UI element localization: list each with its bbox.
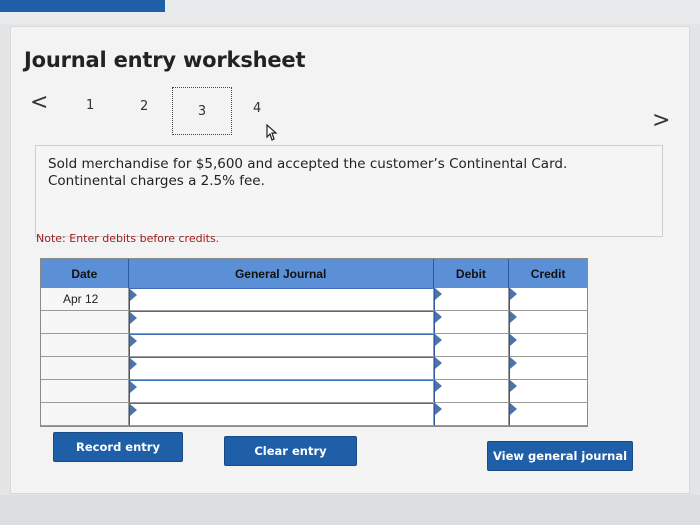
credit-input[interactable] xyxy=(509,334,587,357)
prev-page-icon[interactable]: < xyxy=(30,90,48,115)
table-row: Apr 12 xyxy=(41,288,587,311)
credit-input[interactable] xyxy=(509,311,587,334)
col-header-date: Date xyxy=(41,259,129,288)
account-input[interactable] xyxy=(128,288,434,311)
credit-input[interactable] xyxy=(509,403,587,426)
journal-table: Date General Journal Debit Credit Apr 12 xyxy=(40,258,588,427)
col-header-credit: Credit xyxy=(530,266,566,281)
view-general-journal-button[interactable]: View general journal xyxy=(487,441,633,471)
page-title: Journal entry worksheet xyxy=(24,48,306,72)
table-row xyxy=(41,311,587,334)
col-header-general-journal: General Journal xyxy=(129,259,434,288)
date-cell[interactable] xyxy=(41,357,129,380)
debit-input[interactable] xyxy=(433,288,510,311)
date-cell[interactable] xyxy=(41,403,129,426)
hand-cursor-icon xyxy=(266,124,278,141)
debit-input[interactable] xyxy=(433,311,510,334)
question-line-2: Continental charges a 2.5% fee. xyxy=(48,173,265,189)
journal-header-row: Date General Journal Debit Credit xyxy=(41,259,587,288)
question-text: Sold merchandise for $5,600 and accepted… xyxy=(48,156,648,190)
top-tab-bar[interactable] xyxy=(0,0,165,12)
clear-entry-button[interactable]: Clear entry xyxy=(224,436,357,466)
date-cell[interactable] xyxy=(41,380,129,403)
date-cell[interactable] xyxy=(41,334,129,357)
note-text: Note: Enter debits before credits. xyxy=(36,232,220,245)
bottom-strip xyxy=(0,495,700,525)
page-1-link[interactable]: 1 xyxy=(86,98,94,113)
page-2-link[interactable]: 2 xyxy=(140,99,148,114)
table-row xyxy=(41,380,587,403)
credit-input[interactable] xyxy=(509,380,587,403)
account-input[interactable] xyxy=(128,380,434,403)
journal-body: Apr 12 xyxy=(41,288,587,426)
col-header-debit: Debit xyxy=(434,259,510,288)
table-row xyxy=(41,403,587,426)
page-4-link[interactable]: 4 xyxy=(253,101,261,116)
account-input[interactable] xyxy=(128,403,434,426)
debit-input[interactable] xyxy=(433,380,510,403)
debit-input[interactable] xyxy=(433,357,510,380)
debit-input[interactable] xyxy=(433,403,510,426)
date-cell[interactable]: Apr 12 xyxy=(41,288,129,311)
table-row xyxy=(41,357,587,380)
page-3-current[interactable]: 3 xyxy=(172,87,232,135)
date-cell[interactable] xyxy=(41,311,129,334)
next-page-icon[interactable]: > xyxy=(652,108,670,133)
question-box: Sold merchandise for $5,600 and accepted… xyxy=(35,145,663,237)
account-input[interactable] xyxy=(128,311,434,334)
credit-input[interactable] xyxy=(509,357,587,380)
question-line-1: Sold merchandise for $5,600 and accepted… xyxy=(48,156,568,172)
account-input[interactable] xyxy=(128,334,434,357)
debit-input[interactable] xyxy=(433,334,510,357)
table-row xyxy=(41,334,587,357)
account-input[interactable] xyxy=(128,357,434,380)
record-entry-button[interactable]: Record entry xyxy=(53,432,183,462)
credit-input[interactable] xyxy=(509,288,587,311)
